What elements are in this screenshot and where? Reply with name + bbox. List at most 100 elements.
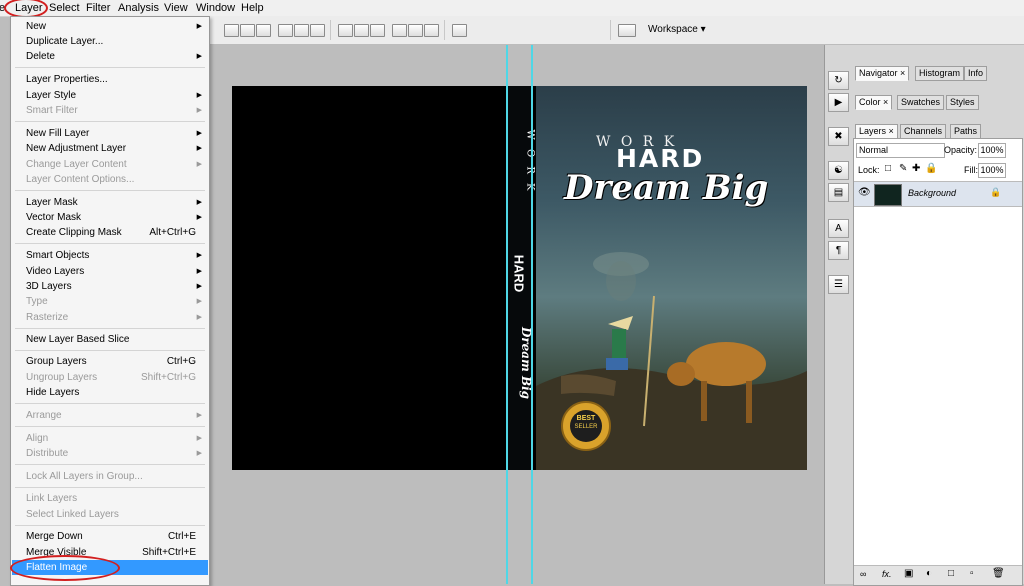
auto-align-icon[interactable] bbox=[452, 24, 467, 37]
menu-item-create-clipping-mask[interactable]: Create Clipping Mask Alt+Ctrl+G bbox=[12, 225, 208, 240]
menu-item-select-linked-layers: Select Linked Layers bbox=[26, 509, 119, 520]
layers-panel-tabs: Layers × Channels Paths bbox=[853, 123, 1021, 139]
menu-item-hide-layers[interactable]: Hide Layers bbox=[12, 385, 208, 400]
menu-item-group-layers[interactable]: Group Layers Ctrl+G bbox=[12, 354, 208, 369]
tab-histogram[interactable]: Histogram bbox=[915, 66, 965, 81]
menu-analysis[interactable]: Analysis bbox=[115, 1, 162, 15]
menu-item-new[interactable]: New ▶ bbox=[12, 19, 208, 34]
tab-navigator[interactable]: Navigator × bbox=[855, 66, 910, 81]
visibility-eye-icon[interactable]: 👁 bbox=[858, 187, 871, 198]
menu-item-delete[interactable]: Delete ▶ bbox=[12, 49, 208, 64]
menu-item-merge-down[interactable]: Merge Down Ctrl+E bbox=[12, 529, 208, 544]
layer-dropdown-menu: New ▶ Duplicate Layer... Delete ▶ Layer Pr… bbox=[10, 16, 210, 586]
spine: W O R K HARD Dream Big bbox=[508, 86, 536, 470]
menu-separator bbox=[15, 350, 205, 351]
menu-view[interactable]: View bbox=[161, 1, 191, 15]
align-hcenter-icon[interactable] bbox=[294, 24, 309, 37]
menu-item-change-layer-content: Change Layer Content ▶ bbox=[26, 159, 202, 170]
tab-info[interactable]: Info bbox=[964, 66, 988, 81]
tab-color[interactable]: Color × bbox=[855, 95, 893, 110]
layer-thumbnail bbox=[874, 184, 902, 206]
notes-icon[interactable]: ☰ bbox=[828, 275, 849, 294]
menu-separator bbox=[15, 243, 205, 244]
align-bottom-icon[interactable] bbox=[256, 24, 271, 37]
menu-separator bbox=[15, 464, 205, 465]
menu-item-arrange: Arrange ▶ bbox=[26, 410, 202, 421]
menu-item-new-fill-layer[interactable]: New Fill Layer ▶ bbox=[12, 126, 208, 141]
tab-paths[interactable]: Paths bbox=[950, 124, 982, 139]
layers-footer: ∞ fx. ▣ ◐ □ ▫ 🗑 bbox=[854, 565, 1022, 585]
character-icon[interactable]: A bbox=[828, 219, 849, 238]
layer-row-background[interactable]: 👁 Background 🔒 bbox=[854, 181, 1022, 207]
tools-icon[interactable]: ✖ bbox=[828, 127, 849, 146]
new-group-icon[interactable]: □ bbox=[948, 568, 954, 579]
distribute-top-icon[interactable] bbox=[338, 24, 353, 37]
distribute-left-icon[interactable] bbox=[392, 24, 407, 37]
menu-item-ungroup-layers: Ungroup Layers Shift+Ctrl+G bbox=[26, 372, 196, 383]
distribute-vcenter-icon[interactable] bbox=[354, 24, 369, 37]
align-right-icon[interactable] bbox=[310, 24, 325, 37]
menu-filter[interactable]: Filter bbox=[83, 1, 113, 15]
menu-select[interactable]: Select bbox=[46, 1, 83, 15]
document-canvas[interactable]: W O R K HARD Dream Big BEST SELLER W O R… bbox=[232, 86, 807, 470]
menu-item-layer-style[interactable]: Layer Style ▶ bbox=[12, 88, 208, 103]
fx-icon[interactable]: fx. bbox=[882, 569, 892, 579]
spine-work-text: W O R K bbox=[524, 129, 536, 194]
guide-line-right[interactable] bbox=[531, 45, 533, 584]
menu-item-duplicate-layer[interactable]: Duplicate Layer... bbox=[12, 34, 208, 49]
menu-item-smart-objects[interactable]: Smart Objects ▶ bbox=[12, 248, 208, 263]
align-top-icon[interactable] bbox=[224, 24, 239, 37]
layer-comps-icon[interactable]: ▤ bbox=[828, 183, 849, 202]
menu-item-layer-content-options: Layer Content Options... bbox=[26, 174, 135, 185]
navigator-icon[interactable]: ↻ bbox=[828, 71, 849, 90]
menu-item-3d-layers[interactable]: 3D Layers ▶ bbox=[12, 279, 208, 294]
lock-label: Lock: bbox=[858, 165, 880, 175]
blend-mode-dropdown[interactable]: Normal bbox=[856, 143, 945, 158]
tab-styles[interactable]: Styles bbox=[946, 95, 979, 110]
new-layer-icon[interactable]: ▫ bbox=[970, 568, 974, 579]
paragraph-icon[interactable]: ¶ bbox=[828, 241, 849, 260]
menu-item-layer-properties[interactable]: Layer Properties... bbox=[12, 72, 208, 87]
tab-layers[interactable]: Layers × bbox=[855, 124, 898, 139]
align-vcenter-icon[interactable] bbox=[240, 24, 255, 37]
opacity-label: Opacity: bbox=[944, 145, 978, 155]
workspace-dropdown[interactable]: Workspace ▾ bbox=[648, 22, 706, 38]
menu-separator bbox=[15, 403, 205, 404]
flatten-image-highlight-ring bbox=[10, 555, 120, 581]
menu-item-lock-all-layers: Lock All Layers in Group... bbox=[26, 471, 143, 482]
bridge-icon[interactable] bbox=[618, 24, 636, 37]
add-mask-icon[interactable]: ▣ bbox=[904, 568, 913, 579]
options-separator bbox=[610, 20, 611, 40]
lock-all-icon[interactable]: 🔒 bbox=[925, 163, 937, 174]
tab-swatches[interactable]: Swatches bbox=[897, 95, 945, 110]
link-layers-icon[interactable]: ∞ bbox=[860, 569, 866, 579]
menu-item-layer-mask[interactable]: Layer Mask ▶ bbox=[12, 195, 208, 210]
menu-item-new-adjustment-layer[interactable]: New Adjustment Layer ▶ bbox=[12, 141, 208, 156]
lock-image-icon[interactable]: ✎ bbox=[899, 163, 907, 174]
menu-item-new-layer-based-slice[interactable]: New Layer Based Slice bbox=[12, 332, 208, 347]
menu-item-rasterize: Rasterize ▶ bbox=[26, 312, 202, 323]
menu-item-distribute: Distribute ▶ bbox=[26, 448, 202, 459]
adjustment-layer-icon[interactable]: ◐ bbox=[926, 568, 932, 579]
guide-line-left[interactable] bbox=[506, 45, 508, 584]
lock-transparent-icon[interactable]: □ bbox=[885, 163, 891, 174]
trash-icon[interactable]: 🗑 bbox=[992, 568, 1005, 579]
menu-item-vector-mask[interactable]: Vector Mask ▶ bbox=[12, 210, 208, 225]
clone-source-icon[interactable]: ☯ bbox=[828, 161, 849, 180]
align-left-icon[interactable] bbox=[278, 24, 293, 37]
actions-icon[interactable]: ▶ bbox=[828, 93, 849, 112]
menu-separator bbox=[15, 426, 205, 427]
menu-item-link-layers: Link Layers bbox=[26, 493, 78, 504]
menu-item-video-layers[interactable]: Video Layers ▶ bbox=[12, 264, 208, 279]
options-separator bbox=[444, 20, 445, 40]
distribute-bottom-icon[interactable] bbox=[370, 24, 385, 37]
menu-window[interactable]: Window bbox=[193, 1, 238, 15]
distribute-hcenter-icon[interactable] bbox=[408, 24, 423, 37]
fill-field[interactable]: 100% bbox=[978, 163, 1006, 178]
menu-item-type: Type ▶ bbox=[26, 296, 202, 307]
menu-help[interactable]: Help bbox=[238, 1, 267, 15]
lock-position-icon[interactable]: ✚ bbox=[912, 163, 920, 174]
opacity-field[interactable]: 100% bbox=[978, 143, 1006, 158]
tab-channels[interactable]: Channels bbox=[900, 124, 947, 139]
distribute-right-icon[interactable] bbox=[424, 24, 439, 37]
